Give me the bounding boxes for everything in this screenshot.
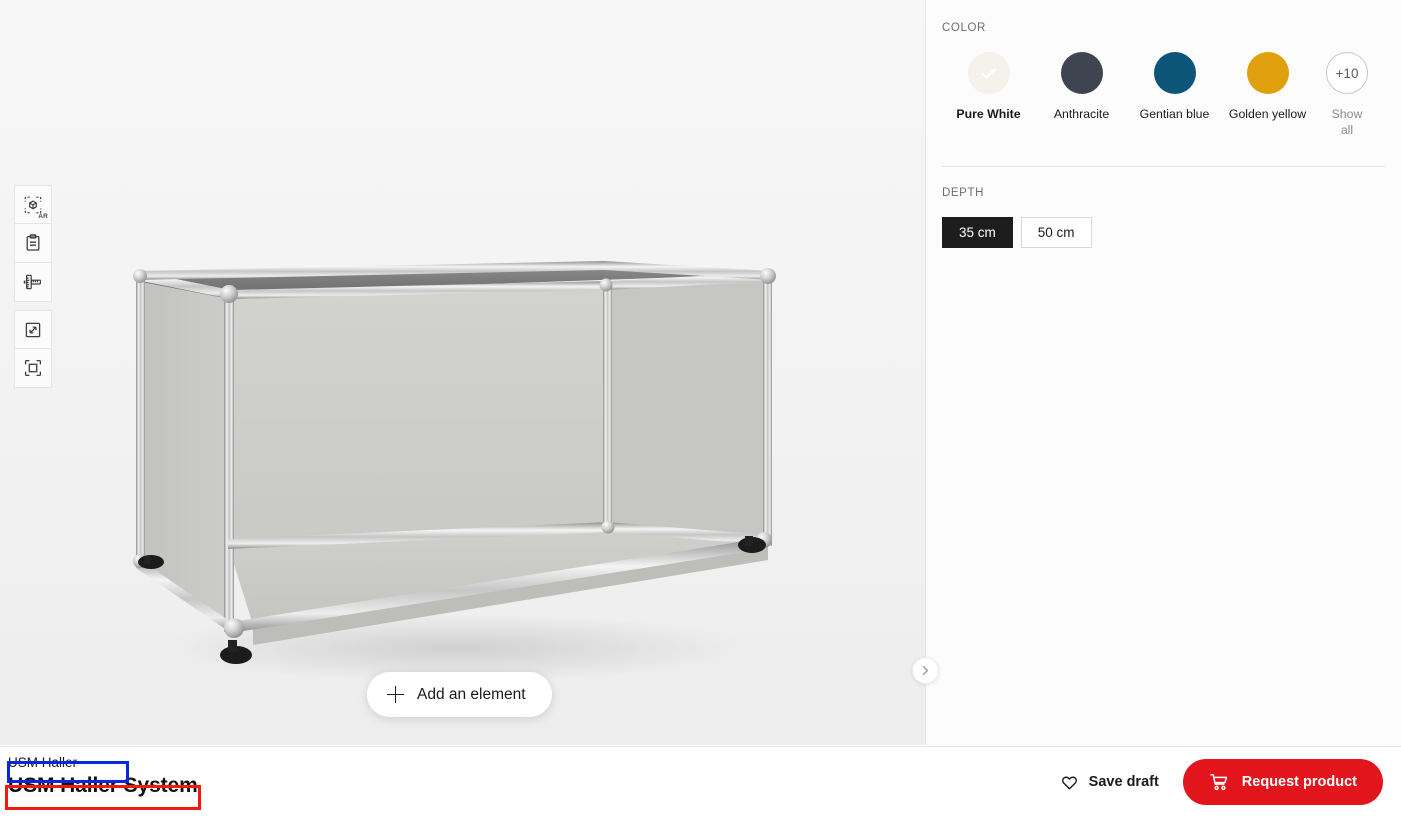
fullscreen-button[interactable] (14, 310, 52, 349)
heart-icon (1061, 775, 1077, 789)
cart-icon (1209, 773, 1228, 791)
specifications-button[interactable] (14, 224, 52, 263)
reset-view-button[interactable] (14, 349, 52, 388)
color-dot (1246, 52, 1289, 94)
color-section: COLOR Pure White Anthracite Gentian blue… (942, 22, 1385, 138)
color-swatch-label: Gentian blue (1139, 107, 1210, 121)
bottom-bar: USM Haller USM Haller System Save draft … (0, 746, 1401, 816)
show-all-label: Show all (1332, 107, 1363, 138)
product-info: USM Haller USM Haller System (8, 753, 198, 798)
collapse-panel-button[interactable] (912, 657, 939, 684)
dimensions-button[interactable] (14, 263, 52, 302)
clipboard-icon (26, 234, 40, 251)
show-all-colors-button[interactable]: +10 Show all (1314, 52, 1380, 138)
product-eyebrow: USM Haller (8, 755, 78, 770)
color-swatch-pure-white[interactable]: Pure White (942, 52, 1035, 123)
color-dot (1060, 52, 1103, 94)
color-swatch-list: Pure White Anthracite Gentian blue Golde… (942, 52, 1385, 138)
depth-option-list: 35 cm 50 cm (942, 217, 1385, 249)
color-swatch-golden-yellow[interactable]: Golden yellow (1221, 52, 1314, 123)
save-draft-label: Save draft (1088, 774, 1159, 790)
ar-view-button[interactable]: AR (14, 185, 52, 224)
color-swatch-label: Golden yellow (1228, 107, 1307, 121)
bottom-bar-actions: Save draft Request product (1056, 747, 1383, 816)
check-icon (981, 68, 996, 79)
color-swatch-label: Pure White (956, 107, 1021, 121)
depth-option-35cm[interactable]: 35 cm (942, 217, 1013, 249)
save-draft-button[interactable]: Save draft (1056, 767, 1163, 798)
show-all-line2: all (1340, 122, 1354, 137)
expand-icon (25, 322, 41, 337)
more-colors-count: +10 (1326, 52, 1368, 94)
depth-section-title: DEPTH (942, 187, 984, 200)
color-swatch-anthracite[interactable]: Anthracite (1035, 52, 1128, 123)
depth-section: DEPTH 35 cm 50 cm (942, 187, 1385, 249)
ruler-icon (23, 274, 41, 290)
color-dot (1153, 52, 1196, 94)
product-3d-render[interactable] (0, 0, 925, 745)
ar-badge-label: AR (38, 213, 48, 220)
request-product-label: Request product (1241, 774, 1357, 790)
section-divider (942, 166, 1385, 168)
product-viewer[interactable]: AR Add an element (0, 0, 925, 745)
viewer-toolbar: AR (14, 185, 52, 388)
product-configurator: AR Add an element COLOR Pure White Anthr… (0, 0, 1401, 816)
color-swatch-label: Anthracite (1053, 107, 1110, 121)
plus-icon (387, 686, 404, 703)
ar-icon (24, 196, 42, 213)
add-element-button[interactable]: Add an element (367, 672, 552, 717)
product-title: USM Haller System (8, 774, 198, 797)
depth-option-50cm[interactable]: 50 cm (1020, 217, 1092, 249)
focus-frame-icon (24, 359, 42, 377)
color-dot (967, 52, 1010, 94)
color-swatch-gentian-blue[interactable]: Gentian blue (1128, 52, 1221, 123)
color-section-title: COLOR (942, 22, 986, 34)
request-product-button[interactable]: Request product (1182, 759, 1383, 805)
add-element-label: Add an element (417, 685, 526, 703)
chevron-right-icon (922, 665, 929, 676)
configuration-panel: COLOR Pure White Anthracite Gentian blue… (926, 0, 1401, 745)
show-all-line1: Show (1331, 107, 1363, 121)
